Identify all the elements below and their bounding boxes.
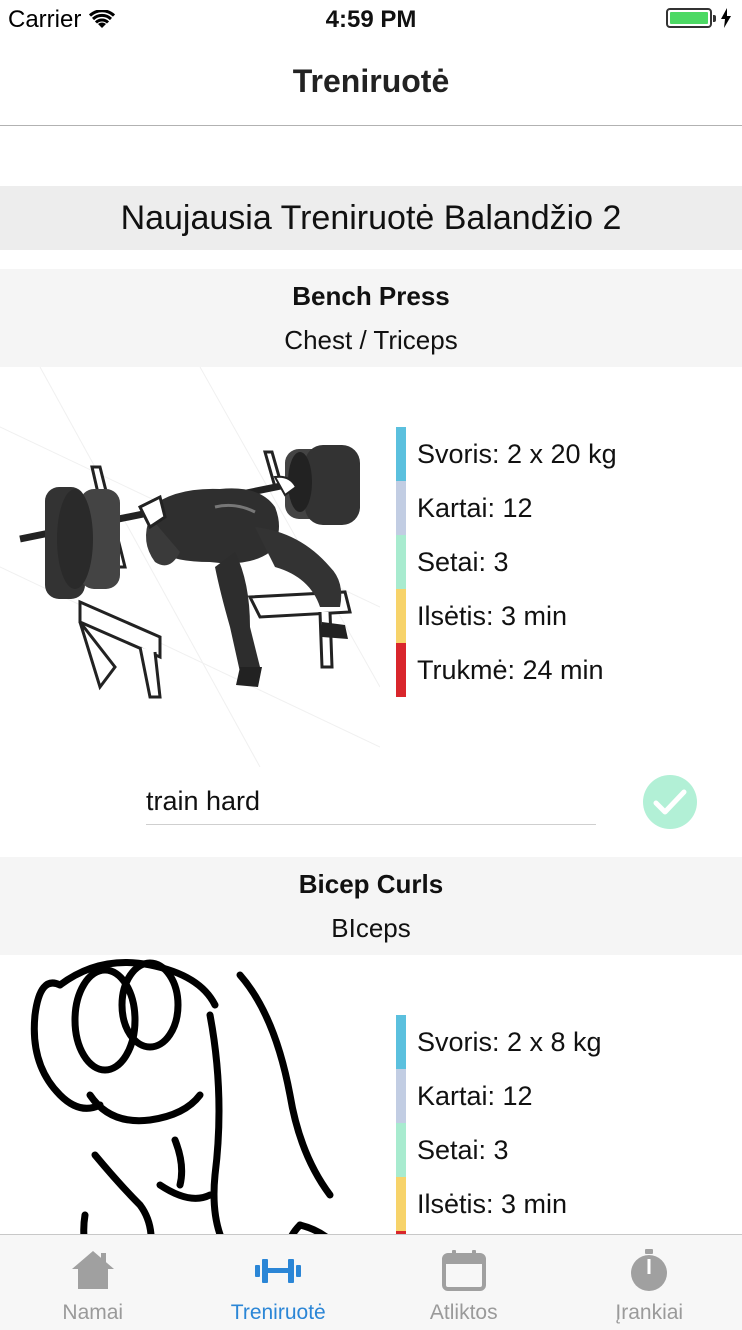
calendar-icon <box>441 1250 486 1291</box>
tab-treniruote[interactable]: Treniruotė <box>186 1235 372 1330</box>
stat-duration: Trukmė: 24 min <box>396 643 716 697</box>
exercise-name: Bicep Curls <box>298 869 444 899</box>
status-time: 4:59 PM <box>325 6 417 33</box>
page-title: Treniruotė <box>292 63 450 99</box>
note-row <box>0 767 742 855</box>
workout-title: Naujausia Treniruotė Balandžio 2 <box>0 186 742 250</box>
stat-weight-bar <box>396 1015 406 1069</box>
exercise-header: Bicep Curls BIceps <box>0 857 742 955</box>
home-icon <box>71 1251 114 1289</box>
stat-reps-label: Kartai: 12 <box>417 493 533 523</box>
stat-sets-label: Setai: 3 <box>417 547 509 577</box>
stat-reps-label: Kartai: 12 <box>417 1081 533 1111</box>
tab-label: Namai <box>62 1301 124 1324</box>
tab-bar: Namai Treniruotė Atliktos Įrankiai <box>0 1234 742 1330</box>
stat-sets: Setai: 3 <box>396 1123 716 1177</box>
status-bar: Carrier 4:59 PM <box>0 0 742 40</box>
stat-rest-bar <box>396 1177 406 1231</box>
navigation-bar: Treniruotė <box>0 40 742 126</box>
exercise-body: Svoris: 2 x 8 kg Kartai: 12 Setai: 3 Ils… <box>0 955 742 1234</box>
exercise-card: Bicep Curls BIceps Svoris: 2 x 8 kg Kart… <box>0 857 742 1234</box>
battery-icon <box>666 8 716 28</box>
stat-sets: Setai: 3 <box>396 535 716 589</box>
stat-weight-label: Svoris: 2 x 8 kg <box>417 1027 602 1057</box>
stat-duration-bar <box>396 643 406 697</box>
stat-duration-label: Trukmė: 24 min <box>417 655 604 685</box>
status-battery <box>666 8 732 28</box>
stat-reps-bar <box>396 1069 406 1123</box>
dumbbell-icon <box>255 1259 302 1283</box>
charging-bolt-icon <box>721 8 731 28</box>
stat-rest: Ilsėtis: 3 min <box>396 589 716 643</box>
bench-press-illustration <box>0 367 380 767</box>
workout-scroll-view[interactable]: Naujausia Treniruotė Balandžio 2 Bench P… <box>0 126 742 1234</box>
tab-label: Treniruotė <box>230 1301 326 1324</box>
tab-irankiai[interactable]: Įrankiai <box>557 1235 742 1330</box>
tab-label: Įrankiai <box>615 1301 684 1324</box>
stat-weight: Svoris: 2 x 8 kg <box>396 1015 716 1069</box>
stat-reps: Kartai: 12 <box>396 1069 716 1123</box>
stopwatch-icon <box>631 1249 668 1291</box>
tab-label: Atliktos <box>429 1301 498 1324</box>
exercise-muscle-group: Chest / Triceps <box>284 325 458 355</box>
exercise-name: Bench Press <box>292 281 450 311</box>
stat-rest-label: Ilsėtis: 3 min <box>417 601 568 631</box>
exercise-muscle-group: BIceps <box>331 913 411 943</box>
stat-sets-bar <box>396 1123 406 1177</box>
stat-rest-bar <box>396 589 406 643</box>
stat-weight-label: Svoris: 2 x 20 kg <box>417 439 617 469</box>
exercise-body: Svoris: 2 x 20 kg Kartai: 12 Setai: 3 Il… <box>0 367 742 767</box>
stat-weight-bar <box>396 427 406 481</box>
exercise-stats: Svoris: 2 x 20 kg Kartai: 12 Setai: 3 Il… <box>396 427 716 697</box>
exercise-card: Bench Press Chest / Triceps Svoris: 2 x … <box>0 269 742 829</box>
stat-rest: Ilsėtis: 3 min <box>396 1177 716 1231</box>
stat-reps: Kartai: 12 <box>396 481 716 535</box>
exercise-stats: Svoris: 2 x 8 kg Kartai: 12 Setai: 3 Ils… <box>396 1015 716 1234</box>
tab-atliktos[interactable]: Atliktos <box>371 1235 557 1330</box>
exercise-header: Bench Press Chest / Triceps <box>0 269 742 367</box>
checkmark-icon <box>653 789 687 815</box>
complete-exercise-button[interactable] <box>643 775 697 829</box>
bicep-curl-illustration <box>0 955 380 1234</box>
exercise-note-input[interactable] <box>146 779 596 825</box>
stat-sets-label: Setai: 3 <box>417 1135 509 1165</box>
stat-weight: Svoris: 2 x 20 kg <box>396 427 716 481</box>
stat-rest-label: Ilsėtis: 3 min <box>417 1189 568 1219</box>
stat-reps-bar <box>396 481 406 535</box>
stat-sets-bar <box>396 535 406 589</box>
tab-namai[interactable]: Namai <box>0 1235 186 1330</box>
